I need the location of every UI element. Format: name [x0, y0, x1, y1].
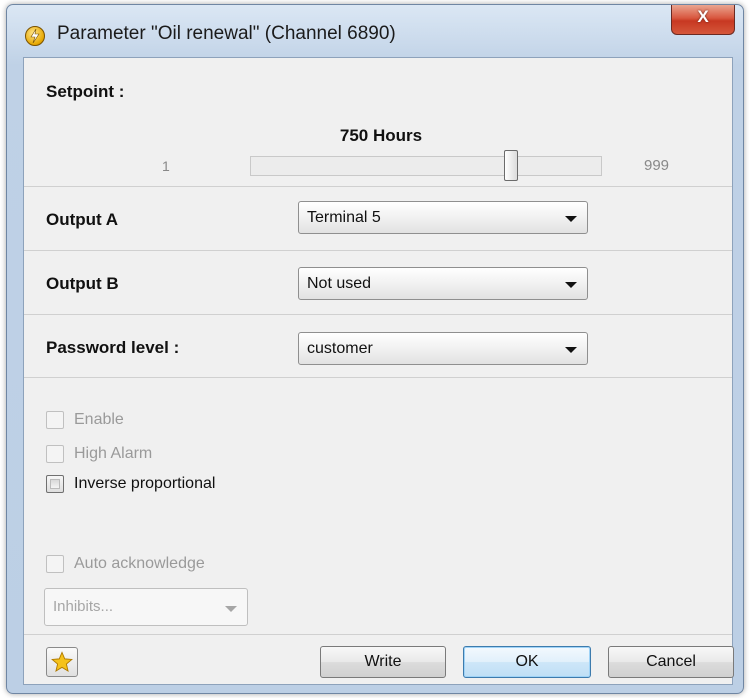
footer-divider: [24, 634, 732, 635]
checkbox-box: [46, 445, 64, 463]
auto-acknowledge-label: Auto acknowledge: [74, 555, 205, 572]
inhibits-dropdown[interactable]: Inhibits...: [44, 588, 248, 626]
dialog-body: Setpoint : 750 Hours 1 999 Output A Term…: [23, 57, 734, 685]
setpoint-label: Setpoint :: [46, 82, 125, 101]
output-a-label: Output A: [46, 210, 119, 229]
slider-max-label: 999: [644, 157, 670, 174]
slider-thumb[interactable]: [503, 150, 518, 181]
favorite-button[interactable]: [46, 647, 78, 677]
checkbox-box: [46, 411, 64, 429]
output-b-value: Not used: [307, 275, 372, 292]
close-icon: X: [697, 7, 709, 26]
setpoint-slider[interactable]: [250, 156, 602, 176]
ok-button[interactable]: OK: [463, 646, 591, 678]
slider-min-label: 1: [162, 158, 170, 174]
output-a-section: Output A Terminal 5: [24, 187, 732, 251]
password-level-value: customer: [307, 340, 373, 357]
high-alarm-label: High Alarm: [74, 445, 153, 462]
output-a-dropdown[interactable]: Terminal 5: [298, 201, 588, 234]
close-button[interactable]: X: [671, 5, 735, 35]
inverse-proportional-label: Inverse proportional: [74, 475, 216, 492]
title-bar[interactable]: Parameter "Oil renewal" (Channel 6890) X: [7, 5, 743, 61]
chevron-down-icon: [565, 282, 577, 288]
checkbox-box: [46, 555, 64, 573]
output-b-dropdown[interactable]: Not used: [298, 267, 588, 300]
output-b-section: Output B Not used: [24, 251, 732, 315]
window-title: Parameter "Oil renewal" (Channel 6890): [57, 23, 396, 44]
chevron-down-icon: [565, 216, 577, 222]
setpoint-section: Setpoint : 750 Hours 1 999: [24, 58, 732, 187]
chevron-down-icon: [565, 347, 577, 353]
checkbox-box: [46, 475, 64, 493]
output-a-value: Terminal 5: [307, 209, 381, 226]
enable-label: Enable: [74, 411, 124, 428]
inhibits-placeholder: Inhibits...: [53, 598, 114, 615]
lightning-icon: [25, 26, 45, 46]
write-button[interactable]: Write: [320, 646, 446, 678]
password-section: Password level : customer: [24, 315, 732, 378]
chevron-down-icon: [225, 606, 237, 612]
cancel-button[interactable]: Cancel: [608, 646, 734, 678]
setpoint-value: 750 Hours: [339, 126, 423, 145]
star-icon: [51, 651, 73, 672]
password-level-dropdown[interactable]: customer: [298, 332, 588, 365]
output-b-label: Output B: [46, 274, 119, 293]
password-level-label: Password level :: [46, 338, 180, 357]
dialog-window: Parameter "Oil renewal" (Channel 6890) X…: [6, 4, 744, 694]
